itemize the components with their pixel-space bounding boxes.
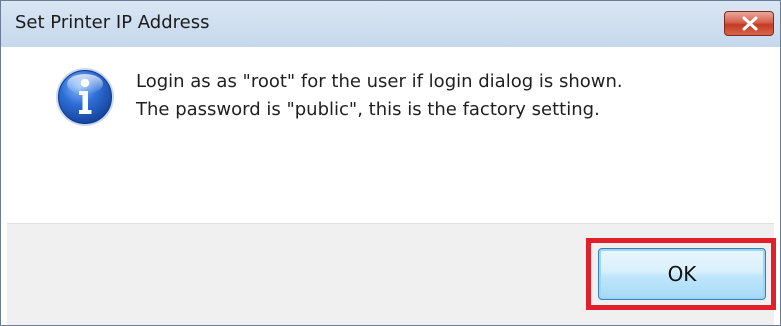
message-line-1: Login as as "root" for the user if login…: [136, 71, 623, 92]
message-text: Login as as "root" for the user if login…: [136, 68, 623, 124]
info-icon: [56, 68, 114, 126]
message-line-2: The password is "public", this is the fa…: [136, 99, 600, 120]
close-button[interactable]: [724, 11, 774, 36]
ok-button[interactable]: OK: [598, 248, 766, 300]
title-bar[interactable]: Set Printer IP Address: [1, 1, 780, 47]
close-icon: [742, 16, 758, 31]
window-title: Set Printer IP Address: [15, 12, 210, 33]
